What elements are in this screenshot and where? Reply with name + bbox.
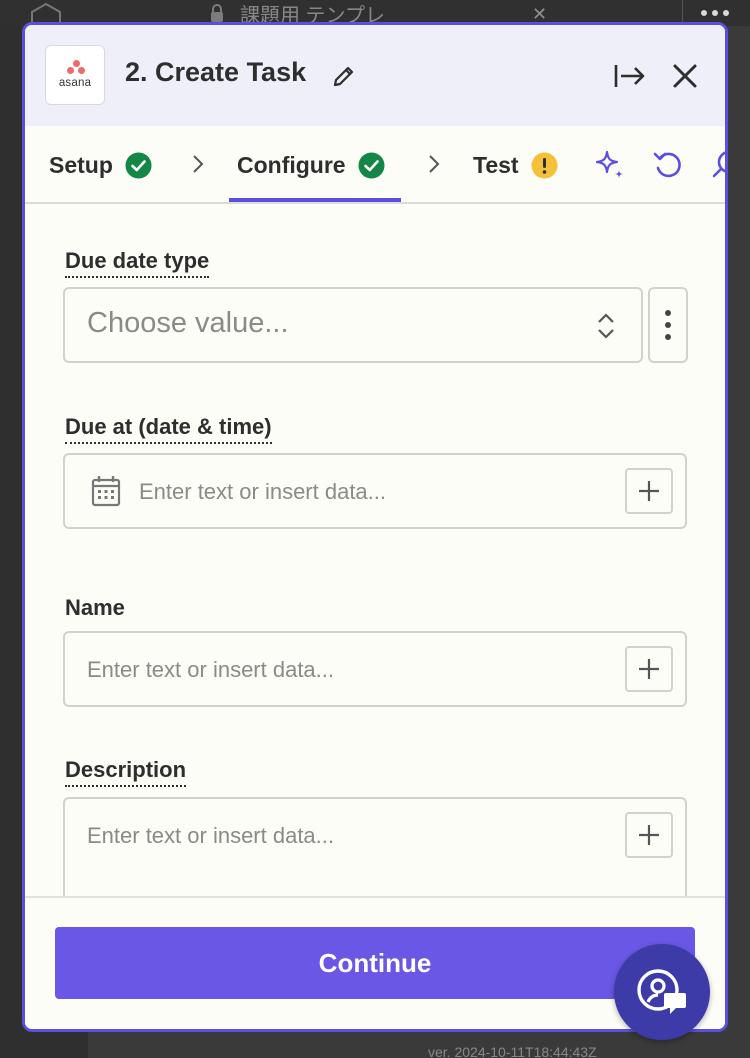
panel-header: asana 2. Create Task xyxy=(25,25,725,126)
plus-icon xyxy=(639,481,659,501)
chevron-up-down-icon xyxy=(598,313,614,339)
chevron-right-icon xyxy=(193,155,204,173)
lock-icon xyxy=(211,4,223,22)
plus-icon xyxy=(639,659,659,679)
home-icon xyxy=(31,2,61,22)
asana-logo-icon xyxy=(67,60,85,74)
active-tab-indicator xyxy=(229,198,401,202)
tab-label: Configure xyxy=(237,151,346,178)
tab-configure[interactable]: Configure xyxy=(237,126,385,204)
tab-label: Setup xyxy=(49,151,113,178)
continue-button[interactable]: Continue xyxy=(55,927,695,999)
input-placeholder: Enter text or insert data... xyxy=(87,657,335,682)
insert-data-button[interactable] xyxy=(625,812,673,858)
field-label-due-at: Due at (date & time) xyxy=(65,414,272,444)
tab-test[interactable]: Test xyxy=(473,126,558,204)
undo-icon[interactable] xyxy=(651,148,685,182)
configure-form: Due date type Choose value... Due at (da… xyxy=(25,206,725,896)
step-tabs: Setup Configure Test xyxy=(25,126,725,204)
more-menu-icon xyxy=(682,0,750,24)
tab-label: Test xyxy=(473,151,519,178)
description-field[interactable]: Enter text or insert data... xyxy=(63,797,687,896)
app-logo: asana xyxy=(45,45,105,105)
field-label-description: Description xyxy=(65,757,187,787)
help-chat-icon xyxy=(637,969,686,1014)
calendar-icon xyxy=(91,476,121,507)
field-label-due-date-type: Due date type xyxy=(65,248,210,278)
input-placeholder: Enter text or insert data... xyxy=(139,479,387,504)
chevron-right-icon xyxy=(429,155,440,173)
name-field[interactable]: Enter text or insert data... xyxy=(63,631,687,707)
ai-sparkle-icon[interactable] xyxy=(593,148,627,182)
more-vertical-icon xyxy=(665,310,671,340)
tab-setup[interactable]: Setup xyxy=(49,126,152,204)
edit-icon[interactable] xyxy=(331,63,357,89)
search-icon[interactable] xyxy=(707,148,728,182)
version-text: ver. 2024-10-11T18:44:43Z xyxy=(428,1044,597,1058)
help-chat-button[interactable] xyxy=(614,944,710,1040)
step-editor-panel: asana 2. Create Task Setup Configure Tes… xyxy=(22,22,728,1032)
app-logo-text: asana xyxy=(58,77,92,89)
warning-icon xyxy=(531,152,558,178)
insert-data-button[interactable] xyxy=(625,468,673,514)
input-placeholder: Enter text or insert data... xyxy=(87,823,335,848)
insert-data-button[interactable] xyxy=(625,646,673,692)
due-date-type-select[interactable]: Choose value... xyxy=(63,287,643,363)
step-title[interactable]: 2. Create Task xyxy=(125,57,306,88)
close-icon[interactable] xyxy=(670,61,700,91)
field-options-button[interactable] xyxy=(648,287,688,363)
plus-icon xyxy=(639,825,659,845)
check-circle-icon xyxy=(125,152,152,178)
select-placeholder: Choose value... xyxy=(87,307,289,339)
due-at-field[interactable]: Enter text or insert data... xyxy=(63,453,687,529)
field-label-name: Name xyxy=(65,595,125,620)
background-zap-title: 課題用 テンプレ xyxy=(208,2,385,27)
check-circle-icon xyxy=(358,152,385,178)
collapse-panel-icon[interactable] xyxy=(613,61,647,91)
